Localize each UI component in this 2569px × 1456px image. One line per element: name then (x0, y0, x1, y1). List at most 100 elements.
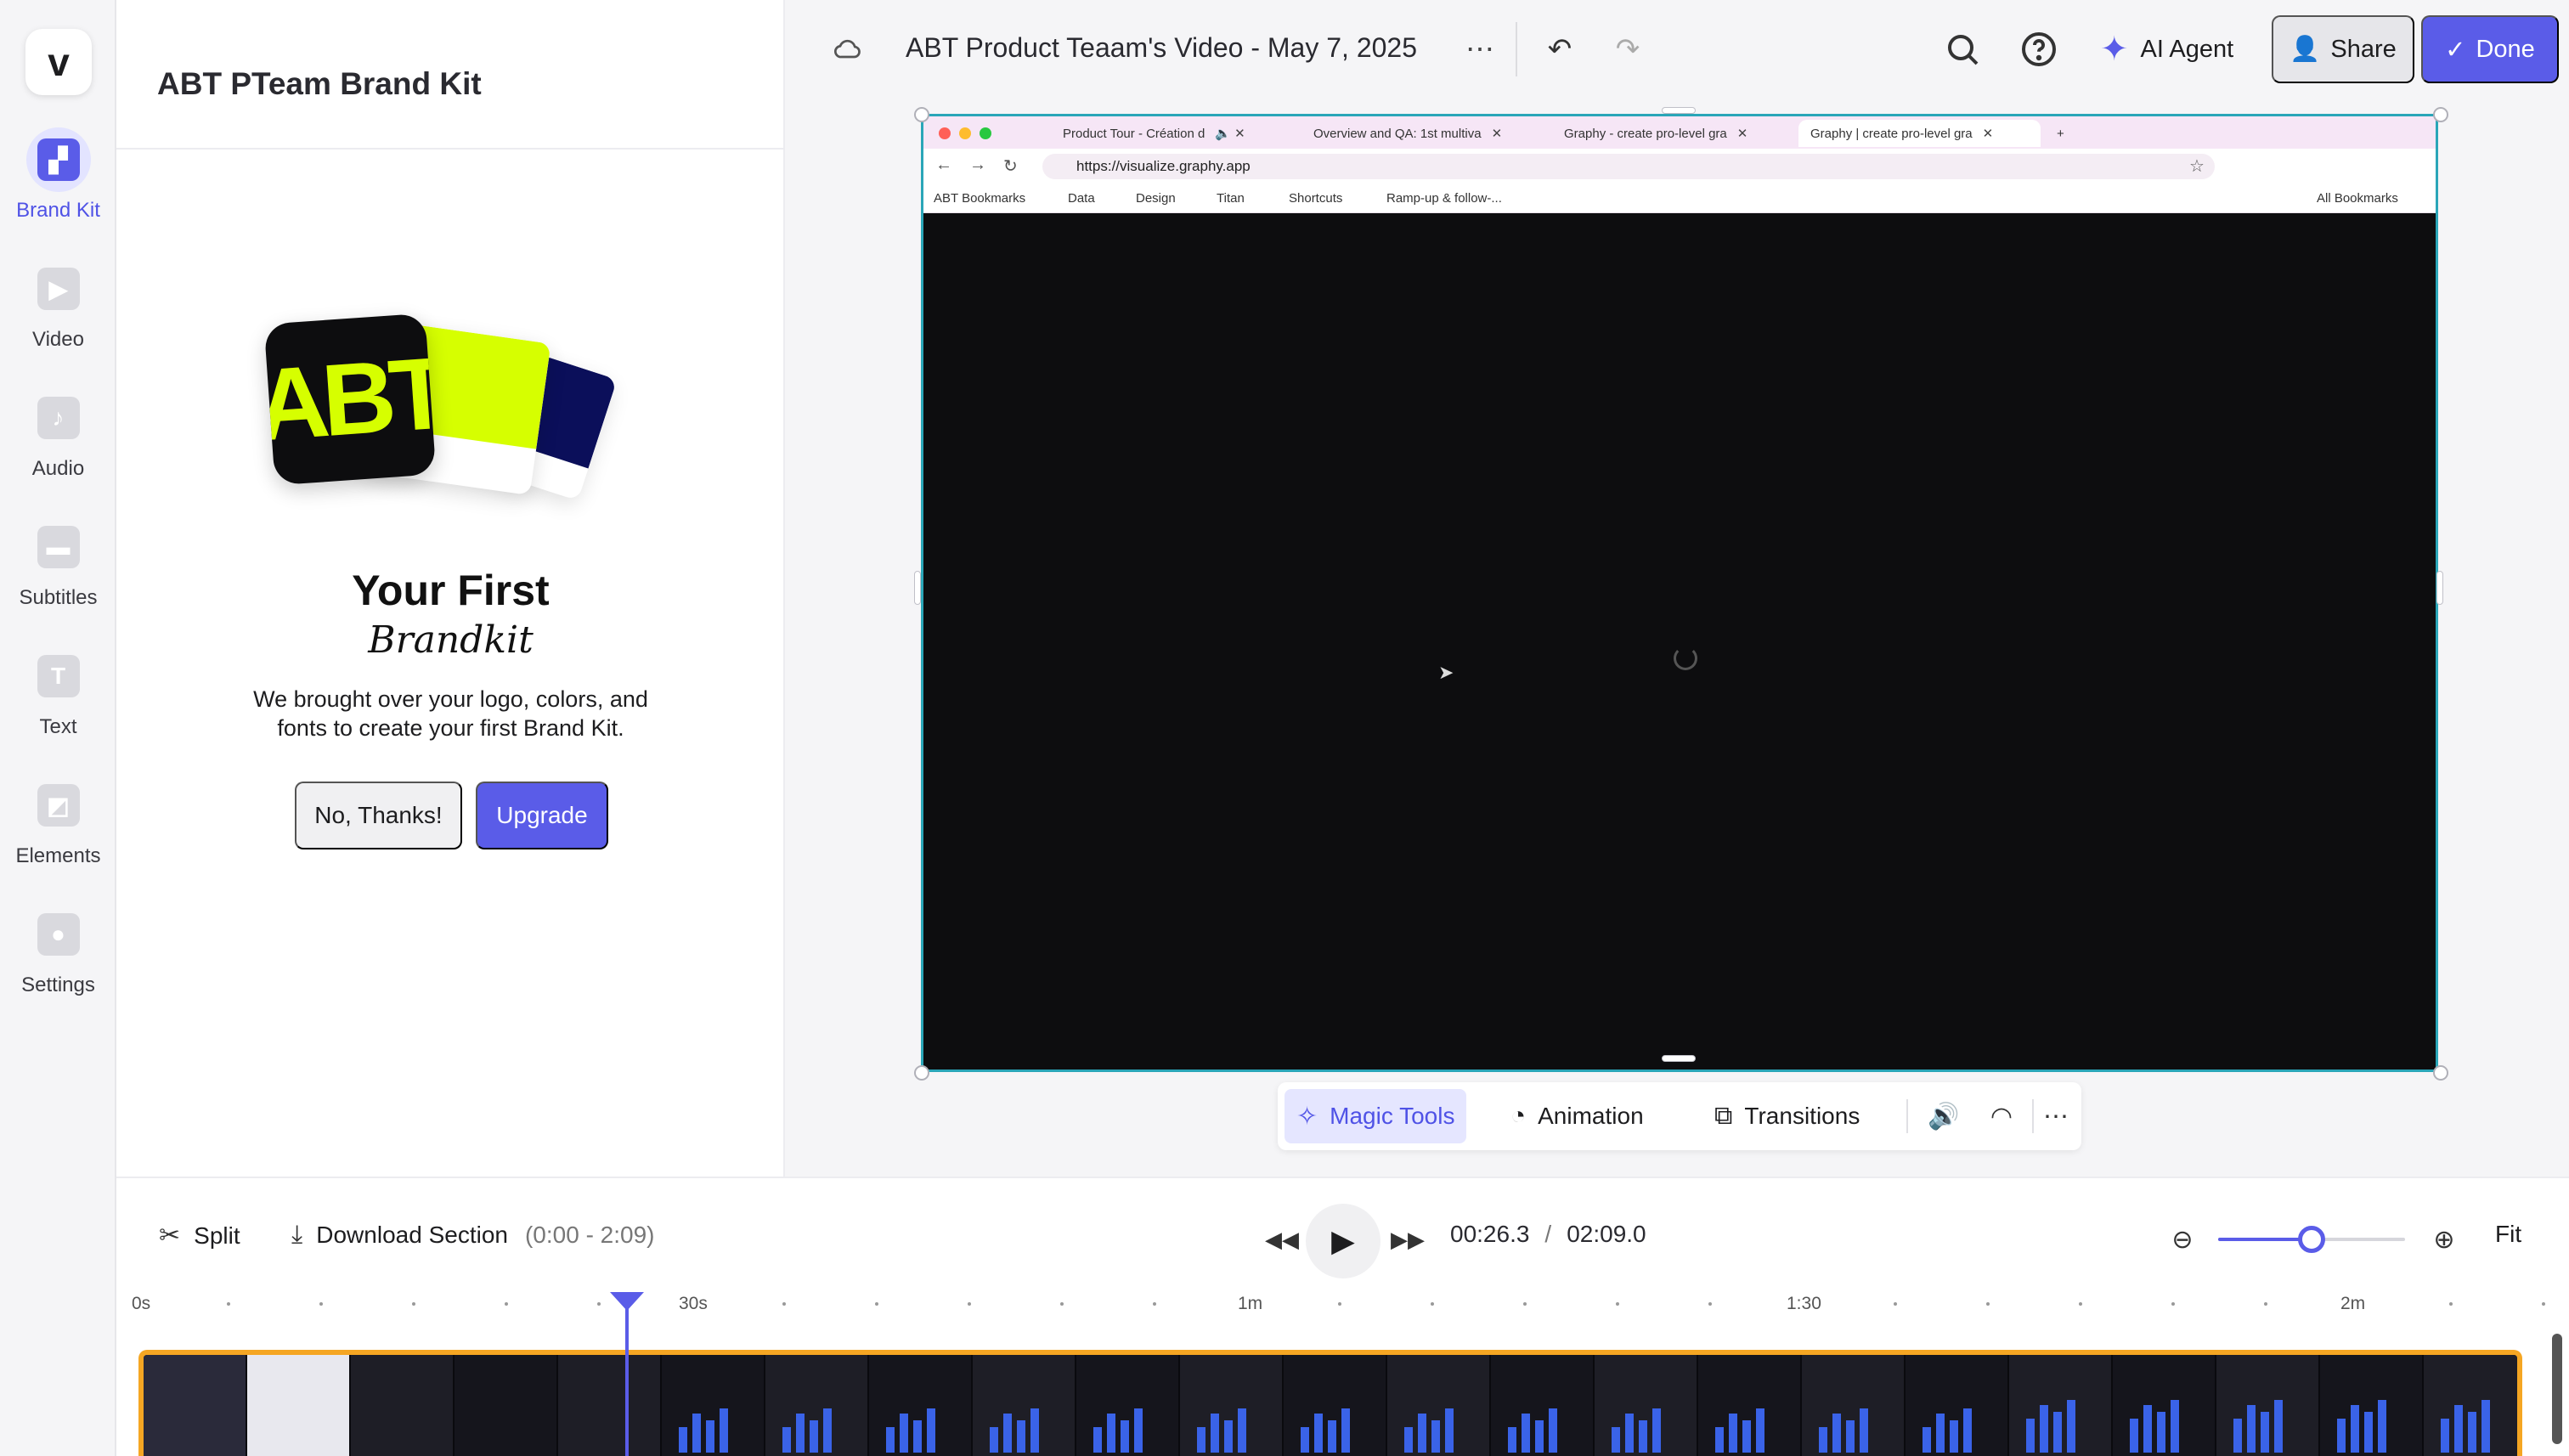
zoom-slider[interactable] (2218, 1226, 2405, 1253)
text-icon: T (26, 644, 91, 708)
canvas-stage: Product Tour - Création d 🔈 ✕ Overview an… (785, 99, 2569, 1177)
resize-handle[interactable] (914, 1065, 929, 1081)
sparkles-icon: ✧ (1296, 1102, 1318, 1131)
video-track-clip[interactable] (138, 1350, 2522, 1456)
video-editor-app: v ▞ Brand Kit ▶ Video ♪ Audio ▬ Subtitle… (0, 0, 2569, 1456)
clip-thumbnail (558, 1355, 662, 1456)
timeline: ✂ Split ⤓ Download Section (0:00 - 2:09) ◀◀… (116, 1177, 2569, 1456)
ruler-tick (1153, 1302, 1156, 1306)
cloud-saved-icon[interactable] (833, 34, 863, 65)
rail-item-audio[interactable]: ♪ Audio (0, 386, 116, 505)
scrollbar[interactable] (2552, 1334, 2562, 1444)
more-options-icon[interactable]: ⋯ (1456, 25, 1504, 73)
clip-thumbnail (1906, 1355, 2009, 1456)
video-preview[interactable]: Product Tour - Création d 🔈 ✕ Overview an… (921, 114, 2438, 1072)
clip-thumbnail (1698, 1355, 1802, 1456)
ruler-label: 30s (679, 1294, 708, 1313)
transitions-icon: ⧉ (1714, 1102, 1733, 1130)
animation-button[interactable]: ◔ Animation (1499, 1089, 1656, 1143)
ruler-label: 0s (132, 1294, 151, 1313)
clip-thumbnail (2009, 1355, 2113, 1456)
done-label: Done (2476, 35, 2535, 63)
undo-icon[interactable]: ↶ (1539, 29, 1580, 70)
fit-button[interactable]: Fit (2495, 1221, 2521, 1248)
time-ruler[interactable]: 0s 30s 1m 1:30 2m (116, 1294, 2569, 1328)
playhead-handle[interactable] (610, 1292, 644, 1311)
resize-handle[interactable] (2436, 571, 2443, 605)
share-button[interactable]: 👤 Share (2272, 15, 2414, 83)
no-thanks-button[interactable]: No, Thanks! (295, 782, 462, 849)
playhead[interactable] (610, 1292, 644, 1456)
ruler-tick (1431, 1302, 1434, 1306)
ai-agent-label: AI Agent (2140, 35, 2234, 63)
resize-handle[interactable] (914, 571, 921, 605)
speed-icon[interactable]: ◠ (1978, 1089, 2025, 1143)
volume-icon[interactable]: 🔊 (1920, 1089, 1968, 1143)
ruler-tick (1060, 1302, 1064, 1306)
search-icon[interactable] (1942, 29, 1983, 70)
zoom-out-icon[interactable]: ⊖ (2162, 1216, 2203, 1263)
bookmark: ABT Bookmarks (934, 191, 1026, 206)
rewind-icon[interactable]: ◀◀ (1258, 1216, 1306, 1263)
browser-tab-active: Graphy | create pro-level gra ✕ (1798, 120, 2041, 147)
new-tab-icon: + (2057, 126, 2064, 141)
browser-url: https://visualize.graphy.app (1042, 154, 2215, 179)
done-button[interactable]: ✓ Done (2421, 15, 2559, 83)
rail-item-video[interactable]: ▶ Video (0, 257, 116, 375)
ruler-tick (597, 1302, 601, 1306)
loading-spinner-icon (1674, 646, 1697, 670)
resize-handle[interactable] (1662, 1055, 1696, 1062)
resize-handle[interactable] (2433, 1065, 2448, 1081)
transitions-button[interactable]: ⧉ Transitions (1702, 1089, 1872, 1143)
upgrade-button[interactable]: Upgrade (476, 782, 608, 849)
window-controls (939, 127, 991, 139)
settings-icon: ● (26, 902, 91, 967)
clip-thumbnail (1180, 1355, 1284, 1456)
brand-kit-subheading: Brandkit (368, 618, 534, 662)
star-icon: ☆ (2189, 157, 2205, 176)
project-title[interactable]: ABT Product Teaam's Video - May 7, 2025 (906, 32, 1417, 64)
bookmark: Design (1136, 191, 1176, 206)
download-range: (0:00 - 2:09) (524, 1222, 655, 1248)
brand-logo-card: ABT (263, 313, 437, 486)
browser-tab: Graphy - create pro-level gra ✕ (1564, 126, 1748, 142)
reload-icon: ↻ (1003, 157, 1018, 176)
ai-agent-button[interactable]: ✦ AI Agent (2100, 24, 2233, 75)
magic-tools-button[interactable]: ✧ Magic Tools (1284, 1089, 1467, 1143)
rail-item-subtitles[interactable]: ▬ Subtitles (0, 515, 116, 634)
fast-forward-icon[interactable]: ▶▶ (1384, 1216, 1431, 1263)
browser-tab: Overview and QA: 1st multiva ✕ (1313, 126, 1503, 142)
resize-handle[interactable] (2433, 107, 2448, 122)
clip-thumbnail (973, 1355, 1076, 1456)
resize-handle[interactable] (1662, 107, 1696, 114)
resize-handle[interactable] (914, 107, 929, 122)
clip-thumbnail (1491, 1355, 1595, 1456)
sparkle-icon: ✦ (2100, 31, 2129, 68)
zoom-in-icon[interactable]: ⊕ (2424, 1216, 2465, 1263)
all-bookmarks: All Bookmarks (2317, 191, 2398, 206)
clip-thumbnail (1284, 1355, 1387, 1456)
left-rail: v ▞ Brand Kit ▶ Video ♪ Audio ▬ Subtitle… (0, 0, 116, 1456)
zoom-slider-knob[interactable] (2298, 1226, 2325, 1253)
elements-icon: ◩ (26, 773, 91, 838)
app-logo[interactable]: v (25, 29, 92, 95)
split-button[interactable]: ✂ Split (159, 1221, 240, 1250)
subtitles-icon: ▬ (26, 515, 91, 579)
bookmark: Titan (1217, 191, 1245, 206)
redo-icon[interactable]: ↷ (1607, 29, 1648, 70)
more-options-icon[interactable]: ⋯ (2032, 1089, 2080, 1143)
rail-item-settings[interactable]: ● Settings (0, 902, 116, 1021)
play-button[interactable]: ▶ (1306, 1204, 1380, 1278)
ruler-label: 2m (2340, 1294, 2366, 1313)
rail-item-elements[interactable]: ◩ Elements (0, 773, 116, 892)
download-section-button[interactable]: ⤓ Download Section (0:00 - 2:09) (291, 1221, 655, 1250)
total-time: 02:09.0 (1567, 1221, 1646, 1247)
help-icon[interactable] (2019, 29, 2059, 70)
current-time: 00:26.3 (1450, 1221, 1530, 1247)
ruler-tick (2542, 1302, 2545, 1306)
rail-item-brand-kit[interactable]: ▞ Brand Kit (0, 127, 116, 246)
forward-icon: → (969, 155, 986, 174)
clip-thumbnail (1387, 1355, 1491, 1456)
rail-item-text[interactable]: T Text (0, 644, 116, 763)
clip-thumbnail (765, 1355, 869, 1456)
